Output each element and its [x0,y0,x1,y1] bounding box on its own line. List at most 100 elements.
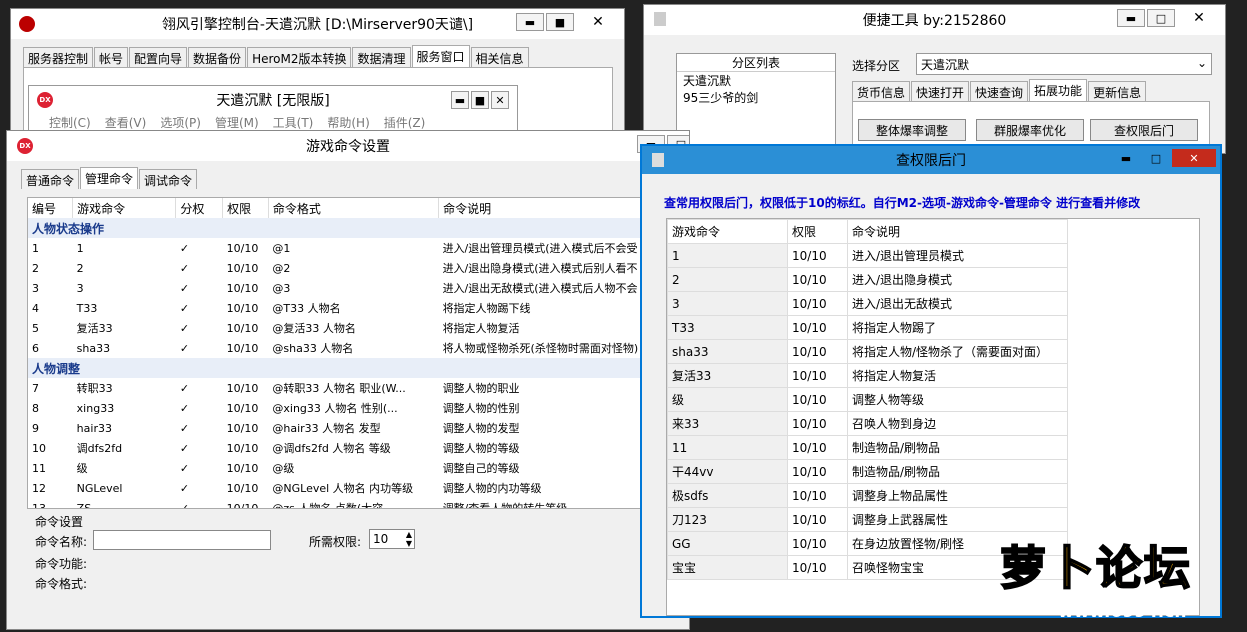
tool-titlebar: 便捷工具 by:2152860 ▬ □ ✕ [644,5,1225,35]
list-item[interactable]: 天遣沉默 [677,72,835,89]
table-row[interactable]: 级 10/10 调整人物等级 [667,387,1068,412]
inner-minimize-button[interactable]: ▬ [451,91,469,109]
partition-list[interactable]: 分区列表 天遣沉默 95三少爷的剑 [676,53,836,153]
tab-item[interactable]: 快速打开 [911,81,970,101]
menu-item[interactable]: 控制(C) [49,114,91,131]
table-cell: sha33 [76,341,111,355]
inner-close-button[interactable]: ✕ [491,91,509,109]
table-row[interactable]: sha33 10/10 将指定人物/怪物杀了（需要面对面） [667,339,1068,364]
table-row[interactable]: 2 10/10 进入/退出隐身模式 [667,267,1068,292]
column-header: 命令格式 [268,198,440,218]
table-cell: ✓ [179,261,190,275]
table-row[interactable]: 8 xing33 ✓ 10/10 @xing33 人物名 性别(... 调整人物的性别 [28,398,676,418]
table-cell: 10/10 [226,501,259,509]
table-row[interactable]: 12 NGLevel ✓ 10/10 @NGLevel 人物名 内功等级 调整人物的内功等… [28,478,676,498]
dx-icon: DX [17,138,33,154]
table-row[interactable]: 1 1 ✓ 10/10 @1 进入/退出管理员模式(进入模式后不会受 [28,238,676,258]
tool-title: 便捷工具 by:2152860 [862,13,1007,29]
tool-minimize-button[interactable]: ▬ [1117,9,1145,27]
menu-item[interactable]: 帮助(H) [327,114,369,131]
table-row[interactable]: 3 3 ✓ 10/10 @3 进入/退出无敌模式(进入模式后人物不会 [28,278,676,298]
tab-item[interactable]: 配置向导 [129,47,188,67]
table-cell: 召唤人物到身边 [847,411,1068,436]
table-row[interactable]: 5 复活33 ✓ 10/10 @复活33 人物名 将指定人物复活 [28,318,676,338]
table-cell: 10/10 [787,483,848,508]
inner-maximize-button[interactable]: ■ [471,91,489,109]
tab-item[interactable]: 管理命令 [80,167,139,189]
section-name: 人物状态操作 [28,218,676,238]
column-header: 权限 [787,219,848,244]
table-cell: 5 [32,321,39,335]
gm-titlebar: DX 游戏命令设置 ▬□ [7,131,689,161]
table-cell: @T33 人物名 [272,302,341,315]
tab-item[interactable]: 帐号 [94,47,129,67]
table-row[interactable]: 11 10/10 制造物品/刷物品 [667,435,1068,460]
tab-item[interactable]: 快速查询 [970,81,1029,101]
tab-item[interactable]: 数据清理 [352,47,411,67]
settings-group-label: 命令设置 [35,515,84,529]
menu-item[interactable]: 选项(P) [160,114,201,131]
tab-item[interactable]: 普通命令 [21,169,80,189]
perm-close-button[interactable]: ✕ [1172,149,1216,167]
perm-minimize-button[interactable]: ▬ [1112,149,1140,167]
tool-close-button[interactable]: ✕ [1177,9,1221,27]
inner-menu-bar: 控制(C) 查看(V) 选项(P) 管理(M) 工具(T) 帮助(H) 插件(Z) [29,114,517,131]
tab-item[interactable]: 数据备份 [188,47,247,67]
overall-droprate-button[interactable]: 整体爆率调整 [858,119,966,141]
menu-item[interactable]: 插件(Z) [384,114,426,131]
menu-item[interactable]: 查看(V) [105,114,147,131]
tab-item[interactable]: 拓展功能 [1029,79,1088,101]
table-row[interactable]: T33 10/10 将指定人物踢了 [667,315,1068,340]
command-name-input[interactable] [93,530,271,550]
column-header: 命令说明 [847,219,1068,244]
required-perm-value: 10 [373,532,389,546]
tool-maximize-button[interactable]: □ [1147,9,1175,27]
table-cell: 调整身上物品属性 [847,483,1068,508]
table-cell: 10/10 [226,321,259,335]
partition-select[interactable]: 天遣沉默 ⌄ [916,53,1212,75]
table-row[interactable]: 13 ZS ✓ 10/10 @zs 人物名 点数(大突 调整/查看人物的转生等级 [28,498,676,509]
perm-maximize-button[interactable]: □ [1142,149,1170,167]
table-row[interactable]: 4 T33 ✓ 10/10 @T33 人物名 将指定人物踢下线 [28,298,676,318]
table-row[interactable]: 2 2 ✓ 10/10 @2 进入/退出隐身模式(进入模式后别人看不 [28,258,676,278]
table-row[interactable]: 9 hair33 ✓ 10/10 @hair33 人物名 发型 调整人物的发型 [28,418,676,438]
maximize-button[interactable]: ■ [546,13,574,31]
tab-item[interactable]: 更新信息 [1088,81,1147,101]
table-row[interactable]: 复活33 10/10 将指定人物复活 [667,363,1068,388]
table-cell: 调整身上武器属性 [847,507,1068,532]
table-cell: ✓ [179,421,190,435]
table-cell: 复活33 [667,363,788,388]
required-perm-stepper[interactable]: 10 ▲ ▼ [369,529,415,549]
table-row[interactable]: 6 sha33 ✓ 10/10 @sha33 人物名 将人物或怪物杀死(杀怪物时需面对怪物… [28,338,676,358]
table-row[interactable]: 11 级 ✓ 10/10 @级 调整自己的等级 [28,458,676,478]
table-header: 游戏命令 权限 命令说明 [667,219,1068,244]
table-row[interactable]: 干44vv 10/10 制造物品/刷物品 [667,459,1068,484]
table-row[interactable]: 极sdfs 10/10 调整身上物品属性 [667,483,1068,508]
table-cell: 制造物品/刷物品 [847,459,1068,484]
tab-item[interactable]: 调试命令 [139,169,198,189]
tab-item[interactable]: 服务窗口 [411,45,470,67]
table-row[interactable]: 10 调dfs2fd ✓ 10/10 @调dfs2fd 人物名 等级 调整人物的等级 [28,438,676,458]
tab-item[interactable]: 货币信息 [852,81,911,101]
table-cell: 干44vv [667,459,788,484]
table-cell: 10/10 [226,381,259,395]
watermark-url: www.6994.cn [1058,602,1187,622]
menu-item[interactable]: 工具(T) [273,114,314,131]
table-row[interactable]: 3 10/10 进入/退出无敌模式 [667,291,1068,316]
table-cell: 10/10 [787,243,848,268]
menu-item[interactable]: 管理(M) [215,114,259,131]
group-droprate-button[interactable]: 群服爆率优化 [976,119,1084,141]
table-row[interactable]: 1 10/10 进入/退出管理员模式 [667,243,1068,268]
table-row[interactable]: 来33 10/10 召唤人物到身边 [667,411,1068,436]
inner-title: 天遣沉默 [无限版] [216,93,330,109]
tab-item[interactable]: HeroM2版本转换 [247,47,352,67]
check-backdoor-button[interactable]: 查权限后门 [1090,119,1198,141]
table-row[interactable]: 刀123 10/10 调整身上武器属性 [667,507,1068,532]
list-item[interactable]: 95三少爷的剑 [677,89,835,106]
tab-item[interactable]: 相关信息 [470,47,529,67]
minimize-button[interactable]: ▬ [516,13,544,31]
tab-item[interactable]: 服务器控制 [23,47,94,67]
command-table: 编号 游戏命令 分权 权限 命令格式 命令说明 人物状态操作 1 1 ✓ 10/10 @1 进入/退出管… [27,197,677,509]
close-button[interactable]: ✕ [576,13,620,31]
table-row[interactable]: 7 转职33 ✓ 10/10 @转职33 人物名 职业(W... 调整人物的职业 [28,378,676,398]
